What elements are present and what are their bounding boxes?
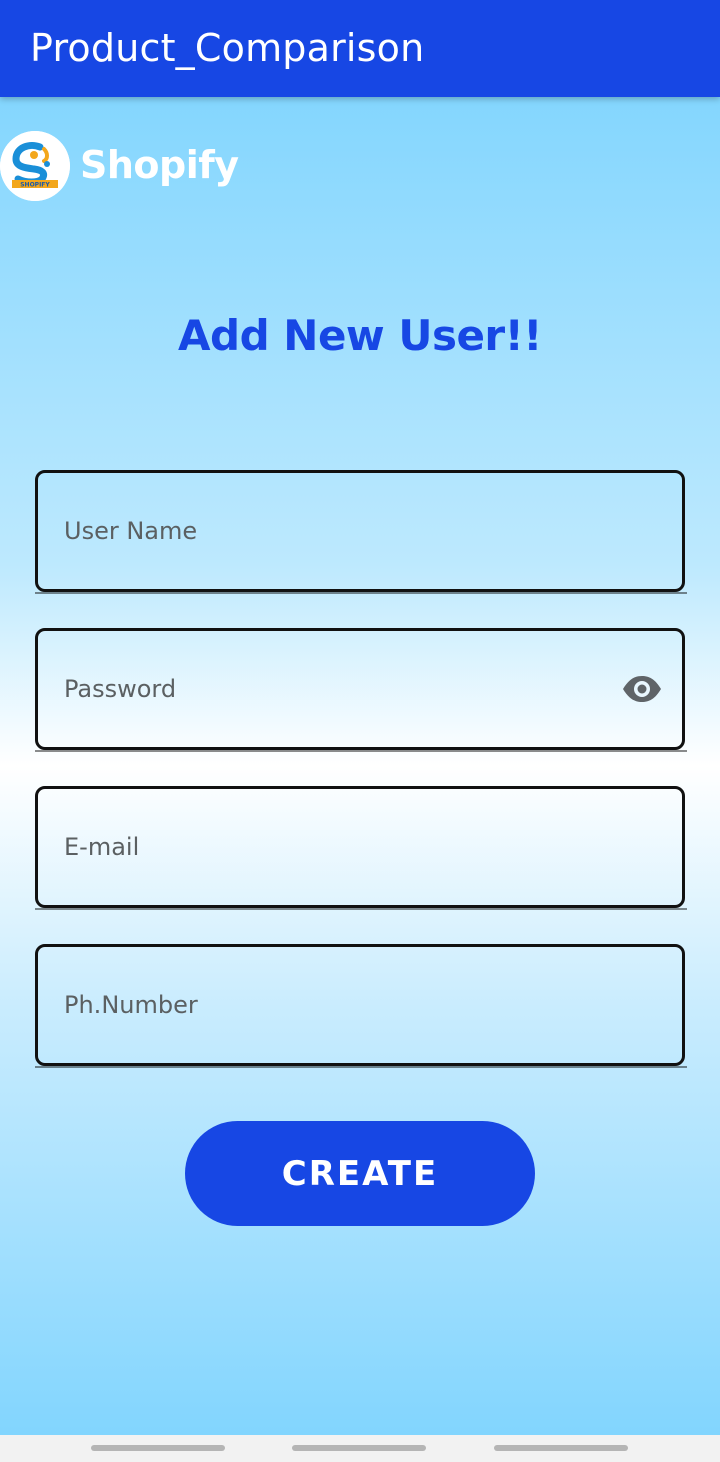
email-field	[35, 786, 687, 910]
email-input[interactable]	[64, 789, 624, 905]
app-title: Product_Comparison	[30, 26, 425, 70]
main-content: SHOPIFY Shopify Add New User!! CREATE	[0, 97, 720, 1435]
create-button[interactable]: CREATE	[185, 1121, 535, 1226]
svg-text:SHOPIFY: SHOPIFY	[20, 182, 50, 189]
phone-input[interactable]	[64, 947, 624, 1063]
nav-recents-handle[interactable]	[91, 1445, 225, 1451]
username-field	[35, 470, 687, 594]
password-field	[35, 628, 687, 752]
system-nav-bar	[0, 1435, 720, 1462]
phone-field	[35, 944, 687, 1068]
eye-icon[interactable]	[622, 671, 662, 707]
nav-home-handle[interactable]	[292, 1445, 426, 1451]
brand-name: Shopify	[80, 143, 239, 187]
shopify-logo-icon: SHOPIFY	[0, 131, 70, 201]
app-bar: Product_Comparison	[0, 0, 720, 97]
shopify-logo: SHOPIFY	[0, 131, 70, 201]
page-heading: Add New User!!	[178, 311, 542, 360]
password-input[interactable]	[64, 631, 624, 747]
nav-back-handle[interactable]	[494, 1445, 628, 1451]
username-input[interactable]	[64, 473, 624, 589]
